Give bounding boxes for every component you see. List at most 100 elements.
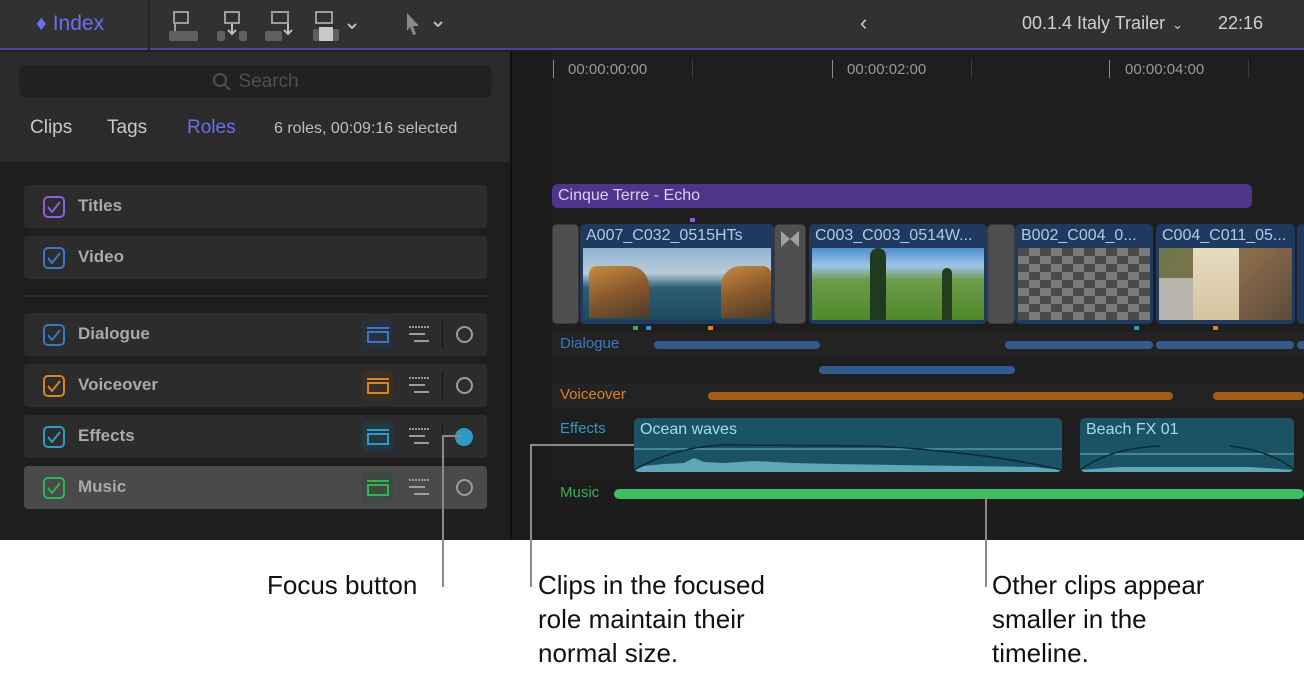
checkmark-icon bbox=[47, 482, 61, 494]
row-divider bbox=[442, 372, 443, 399]
ruler-tick bbox=[553, 60, 554, 78]
callout-focus-button: Focus button bbox=[267, 570, 418, 600]
audio-lane-icon bbox=[366, 377, 389, 394]
music-clip[interactable] bbox=[614, 489, 1304, 499]
callout-line-text: Other clips appear bbox=[992, 570, 1205, 600]
focus-button[interactable] bbox=[456, 326, 473, 343]
toolbar-divider bbox=[148, 0, 150, 50]
clip-thumbnail bbox=[583, 248, 771, 320]
tab-roles[interactable]: Roles bbox=[187, 117, 236, 139]
insert-clip-icon[interactable] bbox=[216, 10, 248, 42]
checkmark-icon bbox=[47, 380, 61, 392]
callout-line-focused-role bbox=[530, 444, 634, 446]
role-marker bbox=[708, 326, 713, 330]
timeline-gutter bbox=[512, 52, 552, 540]
dialogue-clip[interactable] bbox=[819, 366, 1015, 374]
video-clip[interactable]: A007_C032_0515HTs bbox=[580, 224, 774, 324]
subroles-icon[interactable] bbox=[408, 325, 430, 348]
video-clip[interactable]: C004_C011_05... bbox=[1156, 224, 1295, 324]
connect-clip-icon[interactable] bbox=[168, 10, 200, 42]
effects-checkbox[interactable] bbox=[43, 426, 65, 448]
role-marker bbox=[646, 326, 651, 330]
dialogue-clip[interactable] bbox=[654, 341, 820, 349]
focus-button[interactable] bbox=[456, 479, 473, 496]
video-clip[interactable]: B002_C004_0... bbox=[1015, 224, 1153, 324]
clip-name: Beach FX 01 bbox=[1086, 421, 1179, 438]
title-clip[interactable]: Cinque Terre - Echo bbox=[552, 184, 1252, 208]
lane-label-effects: Effects bbox=[560, 420, 606, 437]
clip-thumbnail bbox=[1018, 248, 1150, 320]
gap-clip[interactable] bbox=[552, 224, 579, 324]
role-row-music[interactable]: Music bbox=[24, 466, 487, 509]
roles-divider bbox=[24, 295, 487, 297]
ruler-label: 00:00:02:00 bbox=[847, 61, 927, 78]
focus-button[interactable] bbox=[456, 377, 473, 394]
video-checkbox[interactable] bbox=[43, 247, 65, 269]
role-row-titles[interactable]: Titles bbox=[24, 185, 487, 228]
subroles-icon[interactable] bbox=[408, 427, 430, 450]
audio-lane-icon bbox=[366, 326, 389, 343]
ruler-label: 00:00:04:00 bbox=[1125, 61, 1205, 78]
show-audio-lane-button[interactable] bbox=[362, 421, 393, 452]
callout-other-clips: Other clips appear smaller in the timeli… bbox=[992, 568, 1204, 670]
voiceover-clip[interactable] bbox=[708, 392, 1173, 400]
show-audio-lane-button[interactable] bbox=[362, 370, 393, 401]
effects-clip[interactable]: Beach FX 01 bbox=[1080, 418, 1294, 472]
lane-label-voiceover: Voiceover bbox=[560, 386, 626, 403]
role-label: Dialogue bbox=[78, 324, 150, 343]
video-clip[interactable]: C003_C003_0514W... bbox=[809, 224, 987, 324]
ruler-tick bbox=[692, 60, 693, 78]
titles-checkbox[interactable] bbox=[43, 196, 65, 218]
video-clip[interactable] bbox=[1297, 224, 1304, 324]
overwrite-clip-icon[interactable] bbox=[312, 10, 360, 42]
role-marker bbox=[633, 326, 638, 330]
dialogue-clip[interactable] bbox=[1156, 341, 1294, 349]
index-label: Index bbox=[52, 12, 105, 35]
timeline[interactable]: 00:00:00:00 00:00:02:00 00:00:04:00 Cinq… bbox=[512, 52, 1304, 540]
clip-name: B002_C004_0... bbox=[1021, 227, 1137, 244]
audio-waveform bbox=[1080, 445, 1294, 472]
subroles-icon[interactable] bbox=[408, 478, 430, 501]
ruler-label: 00:00:00:00 bbox=[568, 61, 648, 78]
show-audio-lane-button[interactable] bbox=[362, 319, 393, 350]
voiceover-clip[interactable] bbox=[1213, 392, 1304, 400]
chevron-down-icon: ⌄ bbox=[1172, 17, 1183, 32]
index-button[interactable]: ♦ Index bbox=[36, 12, 104, 36]
role-row-dialogue[interactable]: Dialogue bbox=[24, 313, 487, 356]
final-cut-pro-window: ♦ Index ‹ 00.1.4 Italy Trailer ⌄ 22:16 S… bbox=[0, 0, 1304, 540]
search-input[interactable]: Search bbox=[19, 65, 492, 98]
select-tool-arrow-icon[interactable] bbox=[404, 10, 448, 42]
focus-button-active[interactable] bbox=[455, 428, 473, 446]
effects-clip[interactable]: Ocean waves bbox=[634, 418, 1062, 472]
role-marker bbox=[690, 218, 695, 222]
role-row-voiceover[interactable]: Voiceover bbox=[24, 364, 487, 407]
dialogue-checkbox[interactable] bbox=[43, 324, 65, 346]
ruler-tick bbox=[1109, 60, 1110, 78]
dialogue-clip[interactable] bbox=[1005, 341, 1153, 349]
chevron-left-icon[interactable]: ‹ bbox=[860, 10, 867, 36]
project-title-menu[interactable]: 00.1.4 Italy Trailer ⌄ bbox=[1022, 13, 1183, 34]
project-title: 00.1.4 Italy Trailer bbox=[1022, 13, 1166, 33]
selection-info: 6 roles, 00:09:16 selected bbox=[274, 120, 458, 137]
append-clip-icon[interactable] bbox=[264, 10, 296, 42]
tab-tags[interactable]: Tags bbox=[107, 117, 147, 139]
transition[interactable] bbox=[774, 224, 806, 324]
role-label: Music bbox=[78, 477, 127, 496]
role-marker bbox=[1213, 326, 1218, 330]
lane-label-dialogue: Dialogue bbox=[560, 335, 620, 352]
role-row-video[interactable]: Video bbox=[24, 236, 487, 279]
clip-thumbnail bbox=[812, 248, 984, 320]
subroles-icon[interactable] bbox=[408, 376, 430, 399]
voiceover-checkbox[interactable] bbox=[43, 375, 65, 397]
music-checkbox[interactable] bbox=[43, 477, 65, 499]
timeline-index: Search Clips Tags Roles 6 roles, 00:09:1… bbox=[0, 52, 510, 540]
search-icon bbox=[213, 72, 232, 91]
role-row-effects[interactable]: Effects bbox=[24, 415, 487, 458]
checkmark-icon bbox=[47, 201, 61, 213]
dialogue-clip[interactable] bbox=[1297, 341, 1304, 349]
gap-clip[interactable] bbox=[987, 224, 1015, 324]
show-audio-lane-button[interactable] bbox=[362, 472, 393, 503]
role-label: Video bbox=[78, 247, 124, 266]
tab-clips[interactable]: Clips bbox=[30, 117, 72, 139]
index-header: Search Clips Tags Roles 6 roles, 00:09:1… bbox=[0, 52, 510, 162]
